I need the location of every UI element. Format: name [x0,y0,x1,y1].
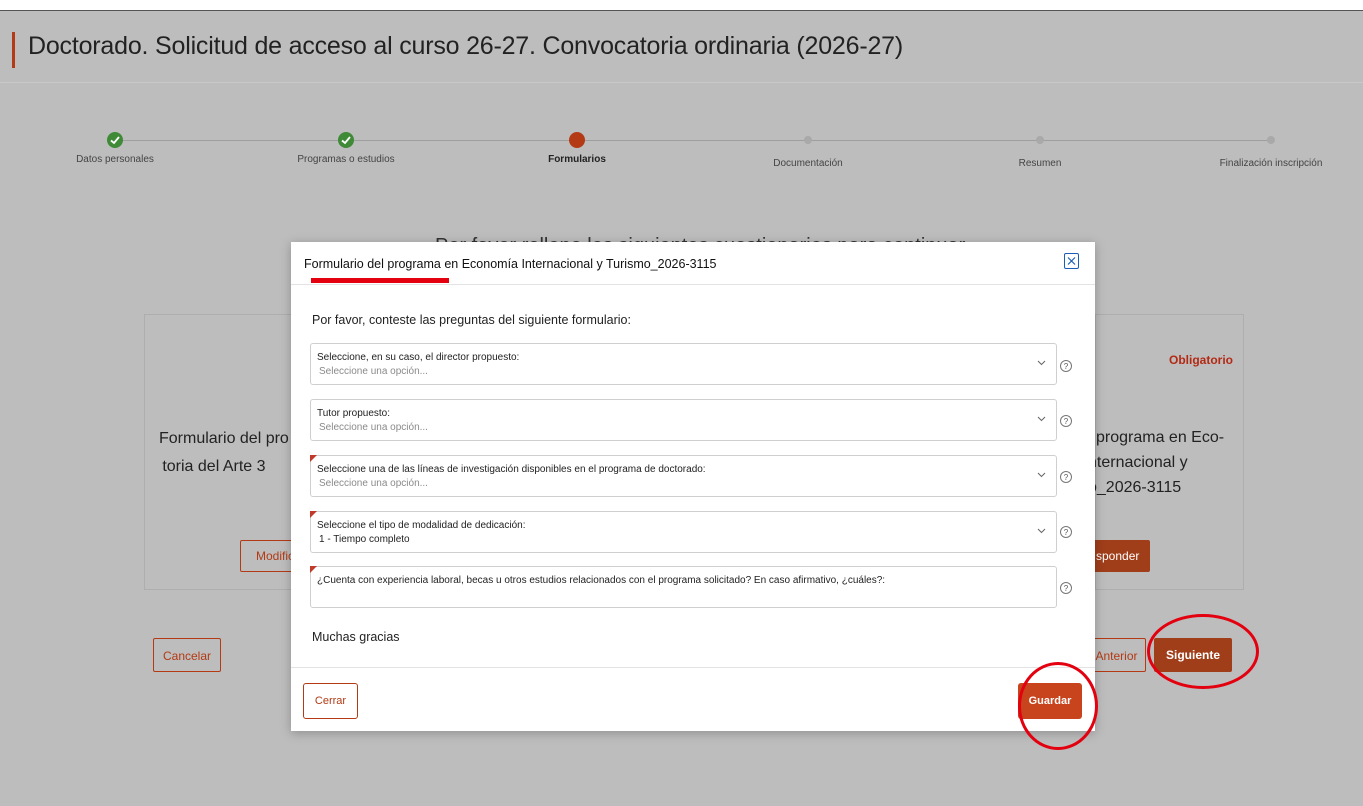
field-value: Seleccione una opción... [319,478,428,489]
check-icon [338,132,354,148]
card-title: Formulario del pro toria del Arte 3 [159,425,289,481]
card-title: l programa en Eco- nternacional y o_2026… [1088,425,1224,500]
field-value: 1 - Tiempo completo [319,534,410,545]
help-icon[interactable]: ? [1060,415,1072,427]
field-label: Seleccione, en su caso, el director prop… [317,352,520,363]
progress-stepper: Datos personales Programas o estudios Fo… [0,126,1363,186]
card-title-line: nternacional y [1088,454,1188,471]
field-value: Seleccione una opción... [319,422,428,433]
required-badge: Obligatorio [1169,353,1233,367]
page-header: Doctorado. Solicitud de acceso al curso … [0,10,1363,83]
chevron-down-icon [1037,360,1046,366]
check-icon [107,132,123,148]
close-icon[interactable] [1064,253,1079,269]
step-finalizacion[interactable]: Finalización inscripción [1181,126,1361,169]
form-card-right: Obligatorio l programa en Eco- nternacio… [1086,314,1244,590]
step-resumen[interactable]: Resumen [950,126,1130,169]
dedication-select[interactable]: Seleccione el tipo de modalidad de dedic… [310,511,1057,553]
experience-textarea[interactable]: ¿Cuenta con experiencia laboral, becas u… [310,566,1057,608]
respond-button[interactable]: sponder [1086,540,1150,572]
director-select[interactable]: Seleccione, en su caso, el director prop… [310,343,1057,385]
chevron-down-icon [1037,416,1046,422]
field-value: Seleccione una opción... [319,366,428,377]
tutor-select[interactable]: Tutor propuesto: Seleccione una opción..… [310,399,1057,441]
help-icon[interactable]: ? [1060,360,1072,372]
form-card-left: Formulario del pro toria del Arte 3 Modi… [144,314,300,590]
help-icon[interactable]: ? [1060,471,1072,483]
research-line-select[interactable]: Seleccione una de las líneas de investig… [310,455,1057,497]
step-datos-personales[interactable]: Datos personales [25,126,205,165]
card-title-line: toria del Arte 3 [162,458,266,475]
field-label: Seleccione el tipo de modalidad de dedic… [317,520,526,531]
highlight-circle-next [1147,614,1259,689]
field-label: Tutor propuesto: [317,408,391,419]
pending-step-dot [804,136,812,144]
pending-step-dot [1267,136,1275,144]
form-intro: Por favor, conteste las preguntas del si… [312,313,631,327]
field-label: ¿Cuenta con experiencia laboral, becas u… [317,575,886,586]
close-button[interactable]: Cerrar [303,683,358,719]
step-label: Datos personales [76,154,154,165]
step-documentacion[interactable]: Documentación [718,126,898,169]
modal-header: Formulario del programa en Economía Inte… [291,242,1095,285]
page-title: Doctorado. Solicitud de acceso al curso … [28,32,903,60]
help-icon[interactable]: ? [1060,582,1072,594]
step-label: Formularios [548,154,606,165]
step-formularios[interactable]: Formularios [487,126,667,165]
previous-button[interactable]: Anterior [1088,638,1146,672]
card-title-line: o_2026-3115 [1088,479,1182,496]
step-label: Documentación [773,158,843,169]
step-label: Resumen [1018,158,1062,169]
card-title-line: l programa en Eco- [1088,429,1225,446]
highlight-circle-save [1018,662,1098,750]
form-modal: Formulario del programa en Economía Inte… [291,242,1095,731]
help-icon[interactable]: ? [1060,526,1072,538]
step-label: Programas o estudios [297,154,395,165]
modal-title: Formulario del programa en Economía Inte… [304,257,717,271]
current-step-dot [569,132,585,148]
title-underline-annotation [311,278,449,283]
chevron-down-icon [1037,472,1046,478]
step-programas[interactable]: Programas o estudios [256,126,436,165]
field-label: Seleccione una de las líneas de investig… [317,464,706,475]
closing-text: Muchas gracias [312,630,400,644]
modal-footer-divider [291,667,1095,668]
cancel-button[interactable]: Cancelar [153,638,221,672]
chevron-down-icon [1037,528,1046,534]
title-accent-bar [12,32,15,68]
step-label: Finalización inscripción [1219,158,1323,169]
card-title-line: Formulario del pro [159,430,289,447]
pending-step-dot [1036,136,1044,144]
